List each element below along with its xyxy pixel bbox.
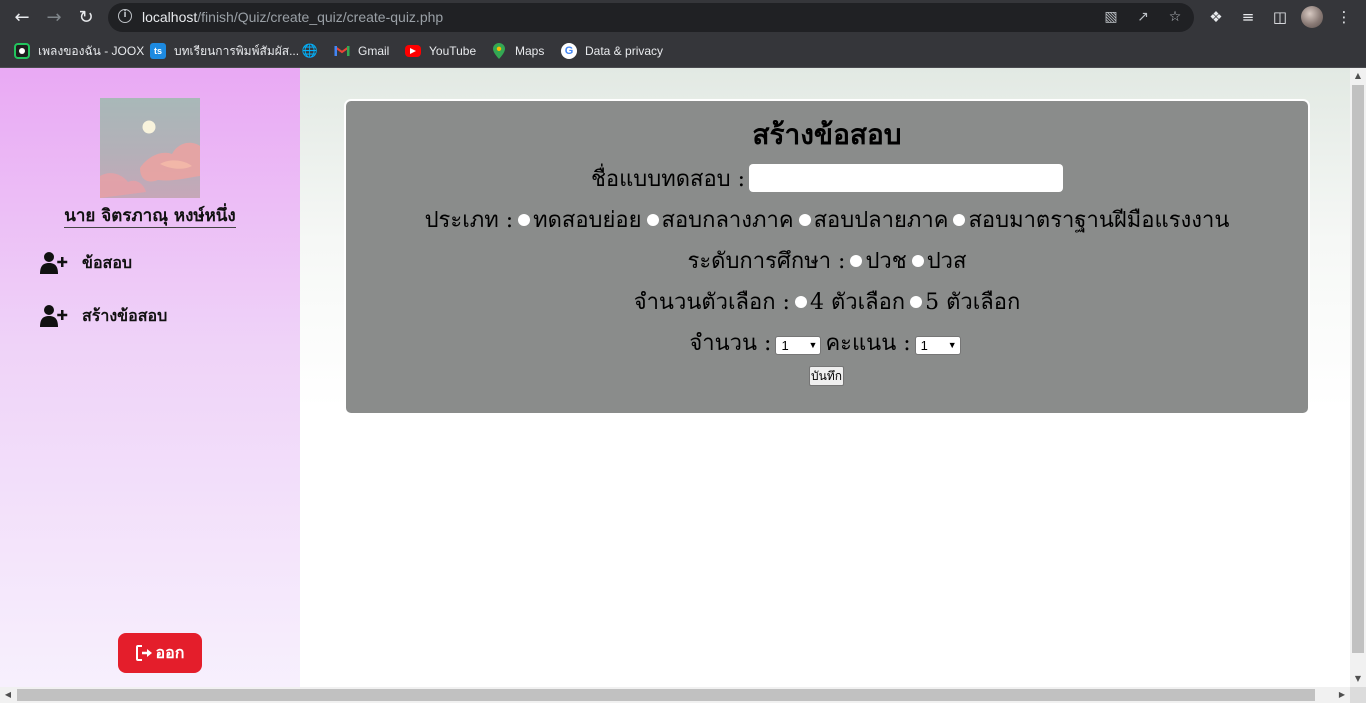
quiz-name-row: ชื่อแบบทดสอบ :: [346, 162, 1308, 194]
bookmark-label: Maps: [515, 44, 545, 58]
sidebar: นาย จิตรภาณุ หงษ์หนึ่ง ข้อสอบ สร้างข้อสอ…: [0, 68, 300, 687]
bookmark-label: Data & privacy: [585, 44, 664, 58]
extensions-icon[interactable]: ❖: [1205, 6, 1227, 28]
choices-radio-4[interactable]: [794, 296, 807, 308]
bookmarks-bar: เพลงของฉัน - JOOX ts บทเรียนการพิมพ์สัมผ…: [0, 35, 1366, 68]
type-option-label: สอบมาตราฐานฝีมือแรงงาน: [968, 207, 1230, 233]
quantity-select[interactable]: 1 ▼: [775, 335, 822, 355]
bookmark-label: YouTube: [429, 44, 477, 58]
joox-icon: [14, 43, 30, 59]
bookmark-label: บทเรียนการพิมพ์สัมผัส...: [174, 43, 300, 58]
sidebar-item-label: สร้างข้อสอบ: [82, 305, 168, 325]
type-radio-skill-standard[interactable]: [953, 214, 966, 226]
sign-out-icon: [135, 645, 152, 661]
user-name-text: นาย จิตรภาณุ หงษ์หนึ่ง: [64, 206, 236, 228]
score-value: 1: [920, 337, 928, 353]
quiz-name-label: ชื่อแบบทดสอบ :: [590, 166, 746, 192]
reload-icon[interactable]: ↻: [74, 6, 98, 30]
score-label: คะแนน :: [825, 330, 911, 356]
level-radio-pvs[interactable]: [911, 255, 924, 267]
type-option-label: สอบกลางภาค: [661, 207, 794, 233]
gmail-icon: [334, 43, 350, 59]
bookmark-data-privacy[interactable]: G Data & privacy: [561, 42, 663, 60]
scroll-left-icon[interactable]: ◀: [0, 687, 16, 703]
quantity-label: จำนวน :: [689, 330, 772, 356]
level-option-label: ปวช: [865, 248, 907, 274]
choice-count-label: จำนวนตัวเลือก :: [633, 289, 790, 315]
maps-icon: [491, 43, 507, 59]
url-text[interactable]: localhost/finish/Quiz/create_quiz/create…: [142, 9, 443, 25]
type-radio-final[interactable]: [798, 214, 811, 226]
chevron-down-icon: ▼: [808, 340, 818, 350]
education-level-row: ระดับการศึกษา : ปวช ปวส: [346, 245, 1308, 275]
url-path: /finish/Quiz/create_quiz/create-quiz.php: [197, 9, 444, 25]
quiz-type-row: ประเภท : ทดสอบย่อย สอบกลางภาค สอบปลายภาค…: [346, 204, 1308, 234]
logout-button[interactable]: ออก: [118, 633, 202, 673]
quiz-type-label: ประเภท :: [424, 207, 514, 233]
address-bar[interactable]: i localhost/finish/Quiz/create_quiz/crea…: [108, 3, 1194, 32]
scroll-up-icon[interactable]: ▲: [1350, 68, 1366, 84]
bookmark-gmail[interactable]: Gmail: [334, 42, 389, 60]
main-content: สร้างข้อสอบ ชื่อแบบทดสอบ : ประเภท : ทดสอ…: [300, 68, 1350, 687]
profile-avatar-icon[interactable]: [1301, 6, 1323, 28]
globe-icon: 🌐: [301, 43, 319, 58]
logout-label: ออก: [155, 642, 185, 662]
sidebar-item-create-quiz[interactable]: สร้างข้อสอบ: [40, 302, 167, 330]
sidebar-item-quiz[interactable]: ข้อสอบ: [40, 249, 132, 277]
choice-option-label: 5 ตัวเลือก: [925, 289, 1021, 315]
quantity-score-row: จำนวน : 1 ▼ คะแนน : 1 ▼: [346, 327, 1308, 357]
bookmark-youtube[interactable]: YouTube: [405, 42, 476, 60]
level-option-label: ปวส: [926, 248, 967, 274]
scrollbar-corner: [1350, 687, 1366, 703]
choices-radio-5[interactable]: [910, 296, 923, 308]
site-info-icon[interactable]: i: [118, 9, 132, 23]
type-option-label: สอบปลายภาค: [813, 207, 949, 233]
translate-icon[interactable]: ▧: [1102, 8, 1120, 26]
forward-arrow-icon[interactable]: →: [42, 6, 66, 30]
chevron-down-icon: ▼: [947, 340, 957, 350]
bookmark-typing[interactable]: ts บทเรียนการพิมพ์สัมผัส...: [150, 42, 299, 60]
sidebar-item-label: ข้อสอบ: [82, 252, 133, 272]
bookmark-label: Gmail: [358, 44, 390, 58]
user-plus-icon: [40, 252, 68, 274]
save-button[interactable]: บันทึก: [809, 366, 844, 386]
profile-picture: [100, 98, 200, 198]
youtube-icon: [405, 45, 421, 57]
type-radio-quiz[interactable]: [518, 214, 531, 226]
side-panel-icon[interactable]: ◫: [1269, 6, 1291, 28]
user-plus-icon: [40, 305, 68, 327]
google-icon: G: [561, 43, 577, 59]
form-title: สร้างข้อสอบ: [752, 118, 902, 151]
choice-option-label: 4 ตัวเลือก: [809, 289, 906, 315]
type-option-label: ทดสอบย่อย: [533, 207, 642, 233]
scroll-down-icon[interactable]: ▼: [1350, 671, 1366, 687]
quantity-value: 1: [781, 337, 789, 353]
level-radio-pvc[interactable]: [850, 255, 863, 267]
vertical-scrollbar[interactable]: ▲ ▼: [1350, 68, 1366, 687]
type-radio-midterm[interactable]: [646, 214, 659, 226]
url-host: localhost: [142, 9, 198, 25]
page-viewport: นาย จิตรภาณุ หงษ์หนึ่ง ข้อสอบ สร้างข้อสอ…: [0, 68, 1350, 687]
horizontal-scroll-thumb[interactable]: [17, 689, 1315, 701]
bookmark-globe[interactable]: 🌐: [302, 42, 326, 60]
choice-count-row: จำนวนตัวเลือก : 4 ตัวเลือก 5 ตัวเลือก: [346, 286, 1308, 316]
score-select[interactable]: 1 ▼: [914, 335, 961, 355]
ts-icon: ts: [150, 43, 166, 59]
browser-toolbar: ← → ↻ i localhost/finish/Quiz/create_qui…: [0, 0, 1366, 35]
more-menu-icon[interactable]: ⋮: [1333, 6, 1355, 28]
media-queue-icon[interactable]: ≡: [1237, 6, 1259, 28]
bookmark-maps[interactable]: Maps: [491, 42, 544, 60]
bookmark-joox[interactable]: เพลงของฉัน - JOOX: [14, 42, 144, 60]
bookmark-star-icon[interactable]: ☆: [1166, 8, 1184, 26]
education-level-label: ระดับการศึกษา :: [687, 248, 846, 274]
bookmark-label: เพลงของฉัน - JOOX: [38, 43, 145, 58]
share-icon[interactable]: ↗: [1134, 8, 1152, 26]
horizontal-scrollbar[interactable]: ◀ ▶: [0, 687, 1350, 703]
scroll-right-icon[interactable]: ▶: [1334, 687, 1350, 703]
create-quiz-form: สร้างข้อสอบ ชื่อแบบทดสอบ : ประเภท : ทดสอ…: [344, 99, 1310, 415]
quiz-name-input[interactable]: [749, 164, 1064, 192]
vertical-scroll-thumb[interactable]: [1352, 85, 1364, 653]
back-arrow-icon[interactable]: ←: [10, 6, 34, 30]
user-name: นาย จิตรภาณุ หงษ์หนึ่ง: [0, 202, 300, 229]
